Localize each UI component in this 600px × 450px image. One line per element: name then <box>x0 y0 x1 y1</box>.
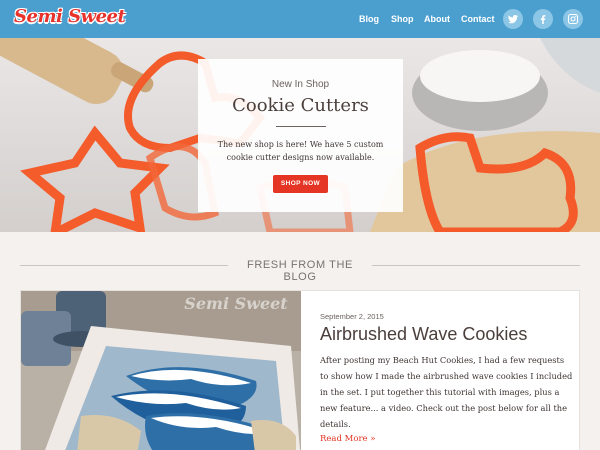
hero-kicker: New In Shop <box>271 79 330 90</box>
blog-post-card: Semi Sweet September 2, 2015 Airbrushed … <box>20 290 580 450</box>
hero-divider <box>276 126 326 127</box>
section-divider-left <box>20 265 228 266</box>
post-watermark: Semi Sweet <box>184 294 288 313</box>
post-title[interactable]: Airbrushed Wave Cookies <box>320 324 527 345</box>
instagram-icon[interactable] <box>563 9 583 29</box>
nav-contact[interactable]: Contact <box>461 14 495 24</box>
site-header: Semi Sweet Blog Shop About Contact <box>0 0 600 38</box>
nav-shop[interactable]: Shop <box>391 14 414 24</box>
facebook-icon[interactable] <box>533 9 553 29</box>
shop-now-button[interactable]: SHOP NOW <box>273 175 328 193</box>
post-date: September 2, 2015 <box>320 312 384 321</box>
post-excerpt: After posting my Beach Hut Cookies, I ha… <box>320 355 573 429</box>
hero-promo-box: New In Shop Cookie Cutters The new shop … <box>198 59 403 212</box>
hero-text: The new shop is here! We have 5 custom c… <box>217 140 384 162</box>
nav-about[interactable]: About <box>424 14 450 24</box>
section-divider-right <box>372 265 580 266</box>
post-image[interactable]: Semi Sweet <box>21 291 301 450</box>
hero-banner: New In Shop Cookie Cutters The new shop … <box>0 38 600 232</box>
hero-title: Cookie Cutters <box>232 95 369 116</box>
read-more-link[interactable]: Read More » <box>320 434 375 444</box>
wave-cookies-photo: Semi Sweet <box>21 291 301 450</box>
site-logo[interactable]: Semi Sweet <box>14 6 126 27</box>
twitter-icon[interactable] <box>503 9 523 29</box>
nav-blog[interactable]: Blog <box>359 14 379 24</box>
section-title: FRESH FROM THE BLOG <box>247 259 353 283</box>
